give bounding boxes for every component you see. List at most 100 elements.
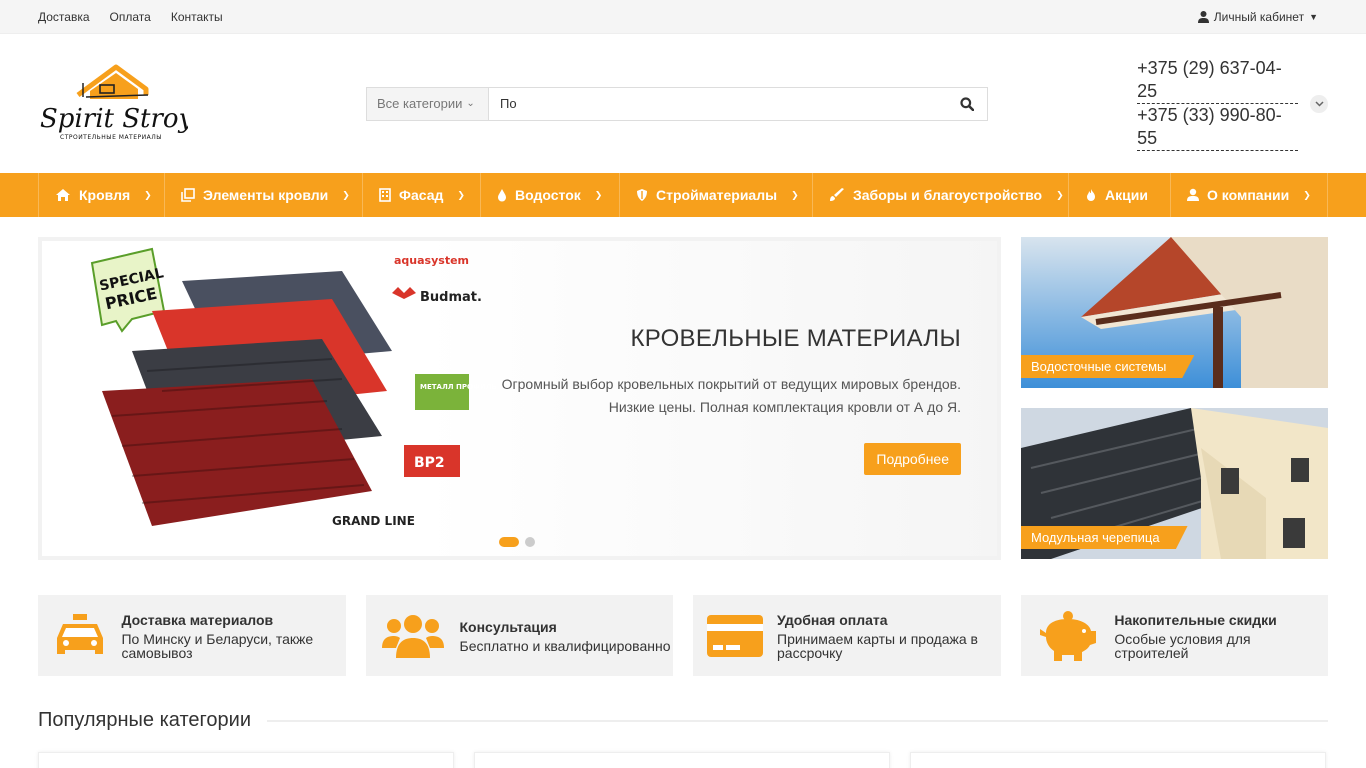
drop-icon	[498, 189, 506, 202]
nav-item-facade[interactable]: Фасад ❯	[362, 173, 480, 217]
phone-list: +375 (29) 637-04-25 +375 (33) 990-80-55	[1137, 57, 1299, 151]
credit-card-icon	[707, 614, 763, 657]
nav-item-label: Элементы кровли	[203, 187, 329, 203]
feature-discounts: Накопительные скидки Особые условия для …	[1020, 595, 1328, 676]
main-nav: Кровля ❯ Элементы кровли ❯ Фасад ❯ Водос…	[0, 173, 1366, 217]
logo-subtitle: СТРОИТЕЛЬНЫЕ МАТЕРИАЛЫ	[60, 134, 162, 141]
banner-drainage-label: Водосточные системы	[1021, 355, 1195, 378]
feature-title: Доставка материалов	[121, 611, 274, 628]
section-title: Популярные категории	[38, 709, 251, 731]
phones-toggle-button[interactable]	[1310, 94, 1328, 113]
caret-down-icon: ▼	[1309, 11, 1318, 22]
feature-title: Консультация	[459, 618, 557, 635]
home-icon	[56, 189, 70, 201]
special-price-badge: SPECIAL PRICE	[90, 247, 166, 333]
top-links: Доставка Оплата Контакты	[38, 10, 223, 24]
nav-item-fences[interactable]: Заборы и благоустройство ❯	[812, 173, 1068, 217]
account-label: Личный кабинет	[1213, 9, 1305, 24]
nav-item-label: Фасад	[399, 187, 444, 203]
fire-icon	[1087, 189, 1095, 201]
search-category-select[interactable]: Все категории ⌄	[367, 87, 489, 120]
chevron-down-icon: ⌄	[466, 98, 475, 109]
nav-item-roof-elements[interactable]: Элементы кровли ❯	[164, 173, 362, 217]
paint-icon	[830, 188, 844, 201]
brand-grand-line: GRAND LINE	[332, 514, 415, 528]
metall-profil-logo	[415, 374, 469, 410]
feature-text: Особые условия для строителей	[1114, 630, 1251, 661]
chevron-down-icon: ❯	[791, 189, 799, 200]
search-icon	[960, 96, 975, 111]
chevron-down-icon	[1315, 100, 1324, 107]
nav-item-promo[interactable]: Акции	[1068, 173, 1170, 217]
search-input[interactable]	[489, 87, 948, 120]
brand-bp2: BP2	[414, 455, 445, 471]
phone-1[interactable]: +375 (29) 637-04-25	[1137, 57, 1299, 104]
feature-text: Бесплатно и квалифицированно	[459, 637, 671, 654]
slide-more-button[interactable]: Подробнее	[864, 443, 961, 475]
account-menu[interactable]: Личный кабинет ▼	[1197, 9, 1318, 24]
feature-title: Удобная оплата	[777, 611, 888, 628]
search-button[interactable]	[947, 88, 987, 120]
phone-2[interactable]: +375 (33) 990-80-55	[1137, 104, 1299, 151]
nav-item-drainage[interactable]: Водосток ❯	[480, 173, 619, 217]
copy-icon	[181, 188, 195, 202]
top-link-payment[interactable]: Оплата	[110, 10, 151, 24]
banner-modular-tiles[interactable]: Модульная черепица	[1021, 408, 1328, 559]
nav-item-roof[interactable]: Кровля ❯	[38, 173, 164, 217]
nav-item-building-materials[interactable]: Стройматериалы ❯	[619, 173, 812, 217]
popular-categories-header: Популярные категории	[38, 709, 1328, 732]
category-card[interactable]	[38, 752, 454, 768]
nav-item-label: Заборы и благоустройство	[853, 187, 1043, 203]
user-icon	[1187, 188, 1199, 201]
topbar: Доставка Оплата Контакты Личный кабинет …	[0, 0, 1366, 34]
feature-payment: Удобная оплата Принимаем карты и продажа…	[693, 595, 1001, 676]
shield-icon	[637, 189, 647, 201]
feature-title: Накопительные скидки	[1114, 611, 1277, 628]
logo-text: Spirit Stroy	[40, 104, 188, 134]
search-category-label: Все категории	[377, 96, 463, 111]
logo-house-icon: Spirit Stroy СТРОИТЕЛЬНЫЕ МАТЕРИАЛЫ	[40, 64, 194, 141]
top-link-contacts[interactable]: Контакты	[171, 10, 223, 24]
chevron-down-icon: ❯	[144, 189, 152, 200]
budmat-logo-icon	[392, 287, 416, 299]
feature-consultation: Консультация Бесплатно и квалифицированн…	[365, 595, 673, 676]
slider-dot-1[interactable]	[499, 537, 519, 547]
nav-item-about[interactable]: О компании ❯	[1170, 173, 1328, 217]
nav-item-label: Водосток	[515, 187, 581, 203]
piggy-bank-icon	[1040, 610, 1097, 661]
feature-delivery: Доставка материалов По Минску и Беларуси…	[38, 595, 346, 676]
nav-item-label: Кровля	[79, 187, 131, 203]
building-icon	[379, 188, 391, 202]
brand-metall-profil: МЕТАЛЛ ПРОФИЛЬ	[420, 383, 497, 391]
slide-text: Огромный выбор кровельных покрытий от ве…	[501, 376, 961, 415]
category-card[interactable]	[910, 752, 1326, 768]
nav-item-label: Стройматериалы	[656, 187, 778, 203]
section-divider	[267, 719, 1328, 722]
logo[interactable]: Spirit Stroy СТРОИТЕЛЬНЫЕ МАТЕРИАЛЫ	[38, 59, 194, 149]
main-slider[interactable]: SPECIAL PRICE aquasystem Budmat. МЕТАЛЛ …	[38, 237, 1001, 560]
features-row: Доставка материалов По Минску и Беларуси…	[38, 595, 1328, 676]
banner-drainage[interactable]: Водосточные системы	[1021, 237, 1328, 388]
category-card[interactable]	[474, 752, 890, 768]
slide-title: КРОВЕЛЬНЫЕ МАТЕРИАЛЫ	[630, 325, 961, 352]
banner-tiles-label: Модульная черепица	[1021, 526, 1188, 549]
top-link-delivery[interactable]: Доставка	[38, 10, 90, 24]
category-cards	[38, 752, 1328, 768]
brand-aquasystem: aquasystem	[394, 254, 469, 267]
feature-text: Принимаем карты и продажа в рассрочку	[777, 630, 978, 661]
users-icon	[381, 614, 444, 658]
taxi-icon	[56, 613, 103, 654]
header: Spirit Stroy СТРОИТЕЛЬНЫЕ МАТЕРИАЛЫ Все …	[0, 34, 1366, 173]
chevron-down-icon: ❯	[1056, 189, 1064, 200]
user-icon	[1197, 10, 1209, 23]
brand-budmat: Budmat.	[420, 290, 482, 305]
feature-text: По Минску и Беларуси, также самовывоз	[121, 630, 314, 661]
slider-dot-2[interactable]	[525, 537, 535, 547]
hero-section: SPECIAL PRICE aquasystem Budmat. МЕТАЛЛ …	[38, 237, 1328, 560]
nav-item-label: Акции	[1105, 187, 1148, 203]
nav-item-label: О компании	[1207, 187, 1290, 203]
search-bar: Все категории ⌄	[366, 86, 989, 121]
roof-tiles-image: SPECIAL PRICE aquasystem Budmat. МЕТАЛЛ …	[90, 247, 497, 528]
slider-dots	[499, 537, 535, 547]
chevron-down-icon: ❯	[457, 189, 465, 200]
